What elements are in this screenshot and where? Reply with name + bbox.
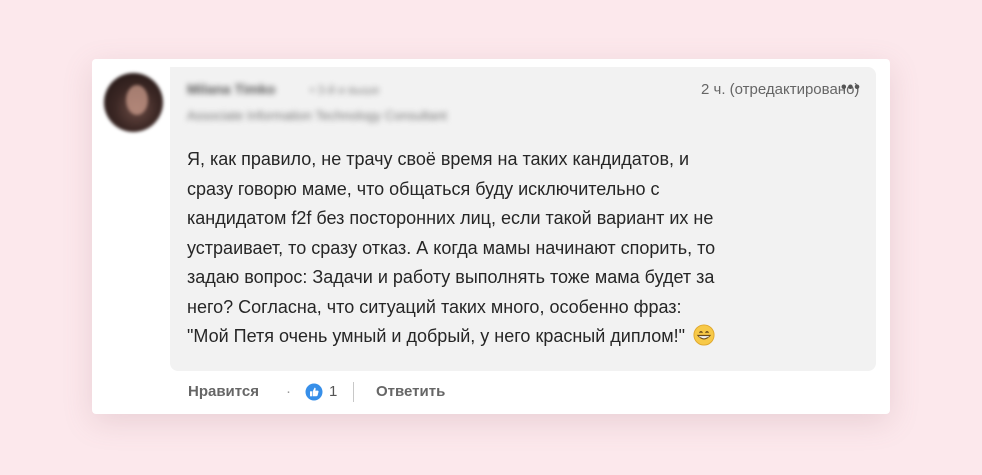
dot-separator: · (286, 383, 291, 400)
comment-line: задаю вопрос: Задачи и работу выполнять … (187, 267, 715, 287)
comment-line: него? Согласна, что ситуаций таких много… (187, 296, 682, 317)
reaction-count[interactable]: 1 (329, 381, 337, 403)
comment-card: Milana Timko • 3-й и выше Associate Info… (92, 59, 890, 414)
comment-line: Я, как правило, не трачу своё время на т… (187, 149, 690, 169)
connection-degree: • 3-й и выше (310, 83, 380, 97)
timestamp: 2 ч. (отредактировано) (701, 81, 860, 98)
comment-bubble: Milana Timko • 3-й и выше Associate Info… (170, 67, 876, 371)
divider (353, 382, 354, 402)
comment-line: кандидатом f2f без посторонних лиц, если… (187, 208, 714, 228)
like-button[interactable]: Нравится (188, 381, 259, 403)
reply-button[interactable]: Ответить (376, 381, 445, 403)
comment-line-last: "Мой Петя очень умный и добрый, у него к… (187, 322, 855, 352)
comment-line-text: "Мой Петя очень умный и добрый, у него к… (187, 326, 686, 346)
comment-line: сразу говорю маме, что общаться буду иск… (187, 178, 660, 199)
grinning-face-icon (693, 324, 715, 346)
author-name[interactable]: Milana Timko (187, 81, 275, 97)
comment-line: устраивает, то сразу отказ. А когда мамы… (187, 237, 716, 258)
more-options-icon[interactable]: ••• (841, 79, 861, 97)
thumbs-up-icon[interactable] (305, 383, 323, 401)
author-headline: Associate Information Technology Consult… (187, 108, 447, 123)
avatar[interactable] (104, 73, 163, 132)
comment-text: Я, как правило, не трачу своё время на т… (187, 145, 855, 352)
